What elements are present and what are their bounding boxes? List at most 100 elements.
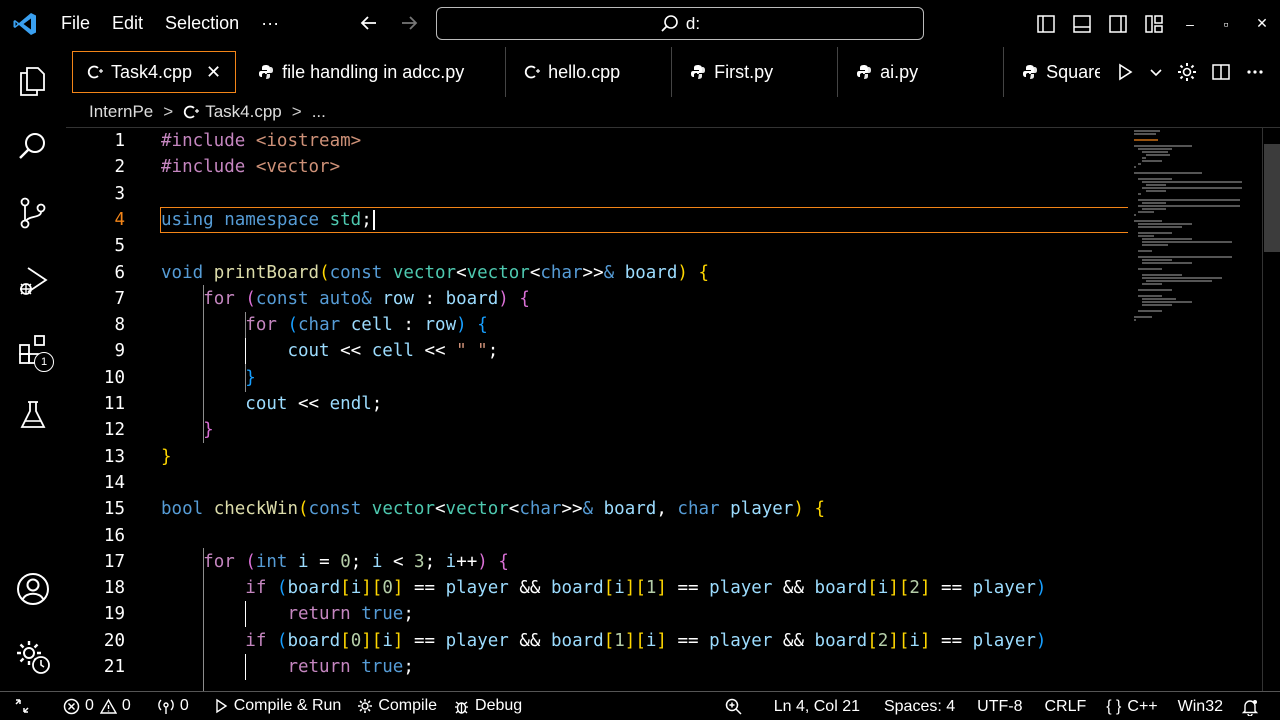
- indent-guide: [203, 285, 204, 443]
- compile-label: Compile: [378, 697, 438, 714]
- vertical-scrollbar[interactable]: [1262, 128, 1280, 691]
- maximize-button[interactable]: ▫: [1208, 0, 1244, 47]
- command-search-input[interactable]: d:: [436, 7, 924, 40]
- breadcrumb: InternPe > Task4.cpp > ...: [66, 97, 1280, 127]
- code-line: 21 return true;: [103, 657, 414, 677]
- tab-task4-cpp[interactable]: Task4.cpp ✕: [72, 51, 237, 93]
- platform[interactable]: Win32: [1170, 692, 1231, 720]
- breadcrumb-symbol[interactable]: ...: [312, 102, 326, 122]
- split-editor-icon[interactable]: [1211, 62, 1231, 82]
- scrollbar-thumb[interactable]: [1264, 144, 1280, 252]
- status-right: Ln 4, Col 21 Spaces: 4 UTF-8 CRLF { } C+…: [717, 692, 1280, 720]
- tab-hello-cpp[interactable]: hello.cpp: [506, 47, 673, 97]
- toggle-primary-sidebar-icon[interactable]: [1028, 0, 1064, 47]
- menu-edit[interactable]: Edit: [101, 13, 154, 34]
- indent-guide: [203, 548, 204, 691]
- code-line: 9 cout << cell << " ";: [114, 341, 499, 362]
- back-arrow-icon[interactable]: [356, 10, 382, 36]
- error-count: 0: [85, 697, 94, 714]
- code-line: 12 }: [103, 420, 214, 441]
- minimize-button[interactable]: –: [1172, 0, 1208, 47]
- code-line: 8 for (char cell : row) {: [114, 315, 488, 336]
- chevron-down-icon[interactable]: [1149, 65, 1163, 79]
- compile-run-button[interactable]: Compile & Run: [205, 692, 350, 720]
- cpp-icon: [87, 64, 103, 80]
- close-tab-icon[interactable]: ✕: [206, 62, 221, 83]
- tab-label: Task4.cpp: [111, 61, 193, 82]
- gear-icon: [358, 699, 373, 713]
- cursor-position[interactable]: Ln 4, Col 21: [766, 692, 868, 720]
- end-of-line[interactable]: CRLF: [1036, 692, 1094, 720]
- customize-layout-icon[interactable]: [1136, 0, 1172, 47]
- ports-indicator[interactable]: 0: [149, 692, 197, 720]
- search-value: d:: [685, 13, 701, 33]
- status-bar: 0 0 0 Compile & Run Compile Debug Ln 4, …: [0, 691, 1280, 720]
- more-actions-icon[interactable]: [1245, 62, 1265, 82]
- compile-button[interactable]: Compile: [349, 692, 445, 720]
- toggle-secondary-sidebar-icon[interactable]: [1100, 0, 1136, 47]
- run-debug-icon[interactable]: [0, 253, 66, 309]
- remote-indicator[interactable]: [0, 692, 55, 720]
- indent-guide-active: [245, 654, 246, 680]
- code-line: 17 for (int i = 0; i < 3; i++) {: [103, 551, 509, 572]
- debug-label: Debug: [475, 697, 523, 714]
- search-icon: [661, 14, 678, 32]
- activity-bar: 1: [0, 47, 66, 691]
- breadcrumb-file[interactable]: Task4.cpp: [205, 102, 282, 122]
- code-line: 13}: [103, 446, 172, 467]
- tab-square-py[interactable]: Square.: [1004, 47, 1100, 97]
- python-icon: [690, 64, 706, 80]
- testing-flask-icon[interactable]: [0, 387, 66, 443]
- code-line: 20 if (board[0][i] == player && board[1]…: [103, 630, 1047, 651]
- chevron-right-icon: >: [163, 102, 174, 121]
- extensions-icon[interactable]: 1: [0, 321, 66, 377]
- tab-label: ai.py: [880, 61, 919, 82]
- tab-ai-py[interactable]: ai.py: [838, 47, 1005, 97]
- menu-selection[interactable]: Selection: [154, 13, 250, 34]
- extensions-badge: 1: [34, 352, 54, 372]
- language-mode[interactable]: { } C++: [1098, 692, 1165, 720]
- manage-gear-icon[interactable]: [0, 629, 66, 685]
- tab-label: Square.: [1046, 61, 1100, 82]
- play-icon: [216, 698, 227, 714]
- compile-run-label: Compile & Run: [233, 697, 342, 714]
- explorer-icon[interactable]: [0, 53, 66, 109]
- indentation[interactable]: Spaces: 4: [876, 692, 963, 720]
- forward-arrow-icon[interactable]: [396, 10, 422, 36]
- indent-guide-active: [245, 601, 246, 627]
- notifications-bell-icon[interactable]: [1231, 692, 1280, 720]
- run-play-icon[interactable]: [1115, 62, 1135, 82]
- python-icon: [258, 64, 274, 80]
- chevron-right-icon: >: [291, 102, 302, 121]
- toggle-panel-icon[interactable]: [1064, 0, 1100, 47]
- code-line: 15 bool checkWin(const vector<vector<char…: [103, 499, 825, 520]
- debug-button[interactable]: Debug: [445, 692, 530, 720]
- minimap[interactable]: [1132, 128, 1252, 691]
- tab-first-py[interactable]: First.py: [672, 47, 839, 97]
- bug-icon: [455, 700, 469, 714]
- menu-more[interactable]: ···: [250, 13, 290, 34]
- tab-label: hello.cpp: [548, 61, 621, 82]
- code-line: 6 void printBoard(const vector<vector<cha…: [114, 262, 710, 283]
- settings-gear-icon[interactable]: [1177, 62, 1197, 82]
- tab-file-handling-py[interactable]: file handling in adcc.py: [240, 47, 507, 97]
- code-line: 1 #include <iostream>: [114, 131, 362, 151]
- vscode-logo-icon: [0, 0, 50, 47]
- problems-indicator[interactable]: 0 0: [55, 692, 139, 720]
- encoding[interactable]: UTF-8: [969, 692, 1030, 720]
- warning-icon: [99, 698, 117, 714]
- code-line: 4 using namespace std;: [66, 207, 1128, 233]
- warning-count: 0: [121, 697, 131, 714]
- code-line: 11 cout << endl;: [103, 394, 383, 414]
- close-window-button[interactable]: ✕: [1244, 0, 1280, 47]
- cpp-icon: [524, 64, 541, 80]
- zoom-indicator[interactable]: [717, 692, 766, 720]
- tab-label: First.py: [714, 61, 774, 82]
- code-editor[interactable]: 1 #include <iostream> 2 #include <vector> …: [66, 127, 1280, 691]
- source-control-icon[interactable]: [0, 185, 66, 241]
- breadcrumb-folder[interactable]: InternPe: [89, 102, 153, 122]
- menu-file[interactable]: File: [50, 13, 101, 34]
- zoom-icon: [725, 698, 742, 715]
- search-view-icon[interactable]: [0, 119, 66, 175]
- accounts-icon[interactable]: [0, 561, 66, 617]
